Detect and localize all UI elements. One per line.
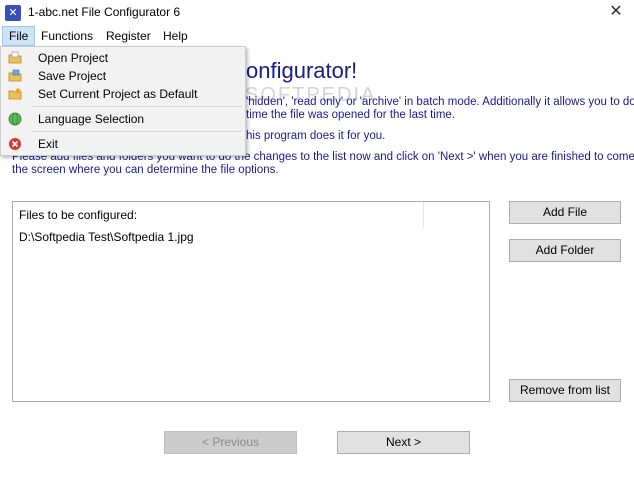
menu-item-set-default[interactable]: Set Current Project as Default [1,85,245,103]
next-button[interactable]: Next > [337,431,470,454]
file-menu-dropdown: Open Project Save Project Set Current Pr… [0,46,246,156]
menu-register[interactable]: Register [100,26,157,46]
globe-icon [8,112,22,126]
file-list[interactable]: Files to be configured: D:\Softpedia Tes… [12,201,490,402]
menu-item-language-selection[interactable]: Language Selection [1,110,245,128]
menu-help[interactable]: Help [157,26,194,46]
menu-separator [31,106,241,107]
folder-open-icon [8,51,22,64]
menu-item-label: Exit [38,137,59,151]
list-item[interactable]: D:\Softpedia Test\Softpedia 1.jpg [19,230,194,244]
intro-line-3: his program does it for you. [246,130,386,142]
menu-item-label: Save Project [38,69,107,83]
close-icon[interactable]: ✕ [606,2,626,22]
previous-button[interactable]: < Previous [164,431,297,454]
menu-item-open-project[interactable]: Open Project [1,49,245,67]
window-title: 1-abc.net File Configurator 6 [28,5,181,19]
add-file-button[interactable]: Add File [509,201,621,224]
title-bar: ✕ 1-abc.net File Configurator 6 ✕ [0,0,634,26]
intro-line-2: time the file was opened for the last ti… [246,109,456,121]
add-folder-button[interactable]: Add Folder [509,239,621,262]
menu-file[interactable]: File [2,26,36,46]
menu-bar: File Functions Register Help [0,26,634,46]
page-heading: onfigurator! [246,58,358,83]
menu-item-exit[interactable]: Exit [1,135,245,153]
menu-functions[interactable]: Functions [35,26,99,46]
menu-item-label: Language Selection [38,112,145,126]
menu-item-label: Open Project [38,51,109,65]
file-list-header[interactable]: Files to be configured: [19,208,137,222]
column-separator[interactable] [423,202,424,228]
instructions-line-2: the screen where you can determine the f… [12,164,279,176]
folder-default-icon [8,88,22,100]
folder-save-icon [8,69,22,82]
exit-icon [9,138,21,150]
remove-from-list-button[interactable]: Remove from list [509,379,621,402]
menu-separator [31,131,241,132]
menu-item-save-project[interactable]: Save Project [1,67,245,85]
menu-item-label: Set Current Project as Default [38,87,198,101]
intro-line-1: 'hidden', 'read only' or 'archive' in ba… [246,96,634,108]
tools-icon: ✕ [5,5,21,21]
